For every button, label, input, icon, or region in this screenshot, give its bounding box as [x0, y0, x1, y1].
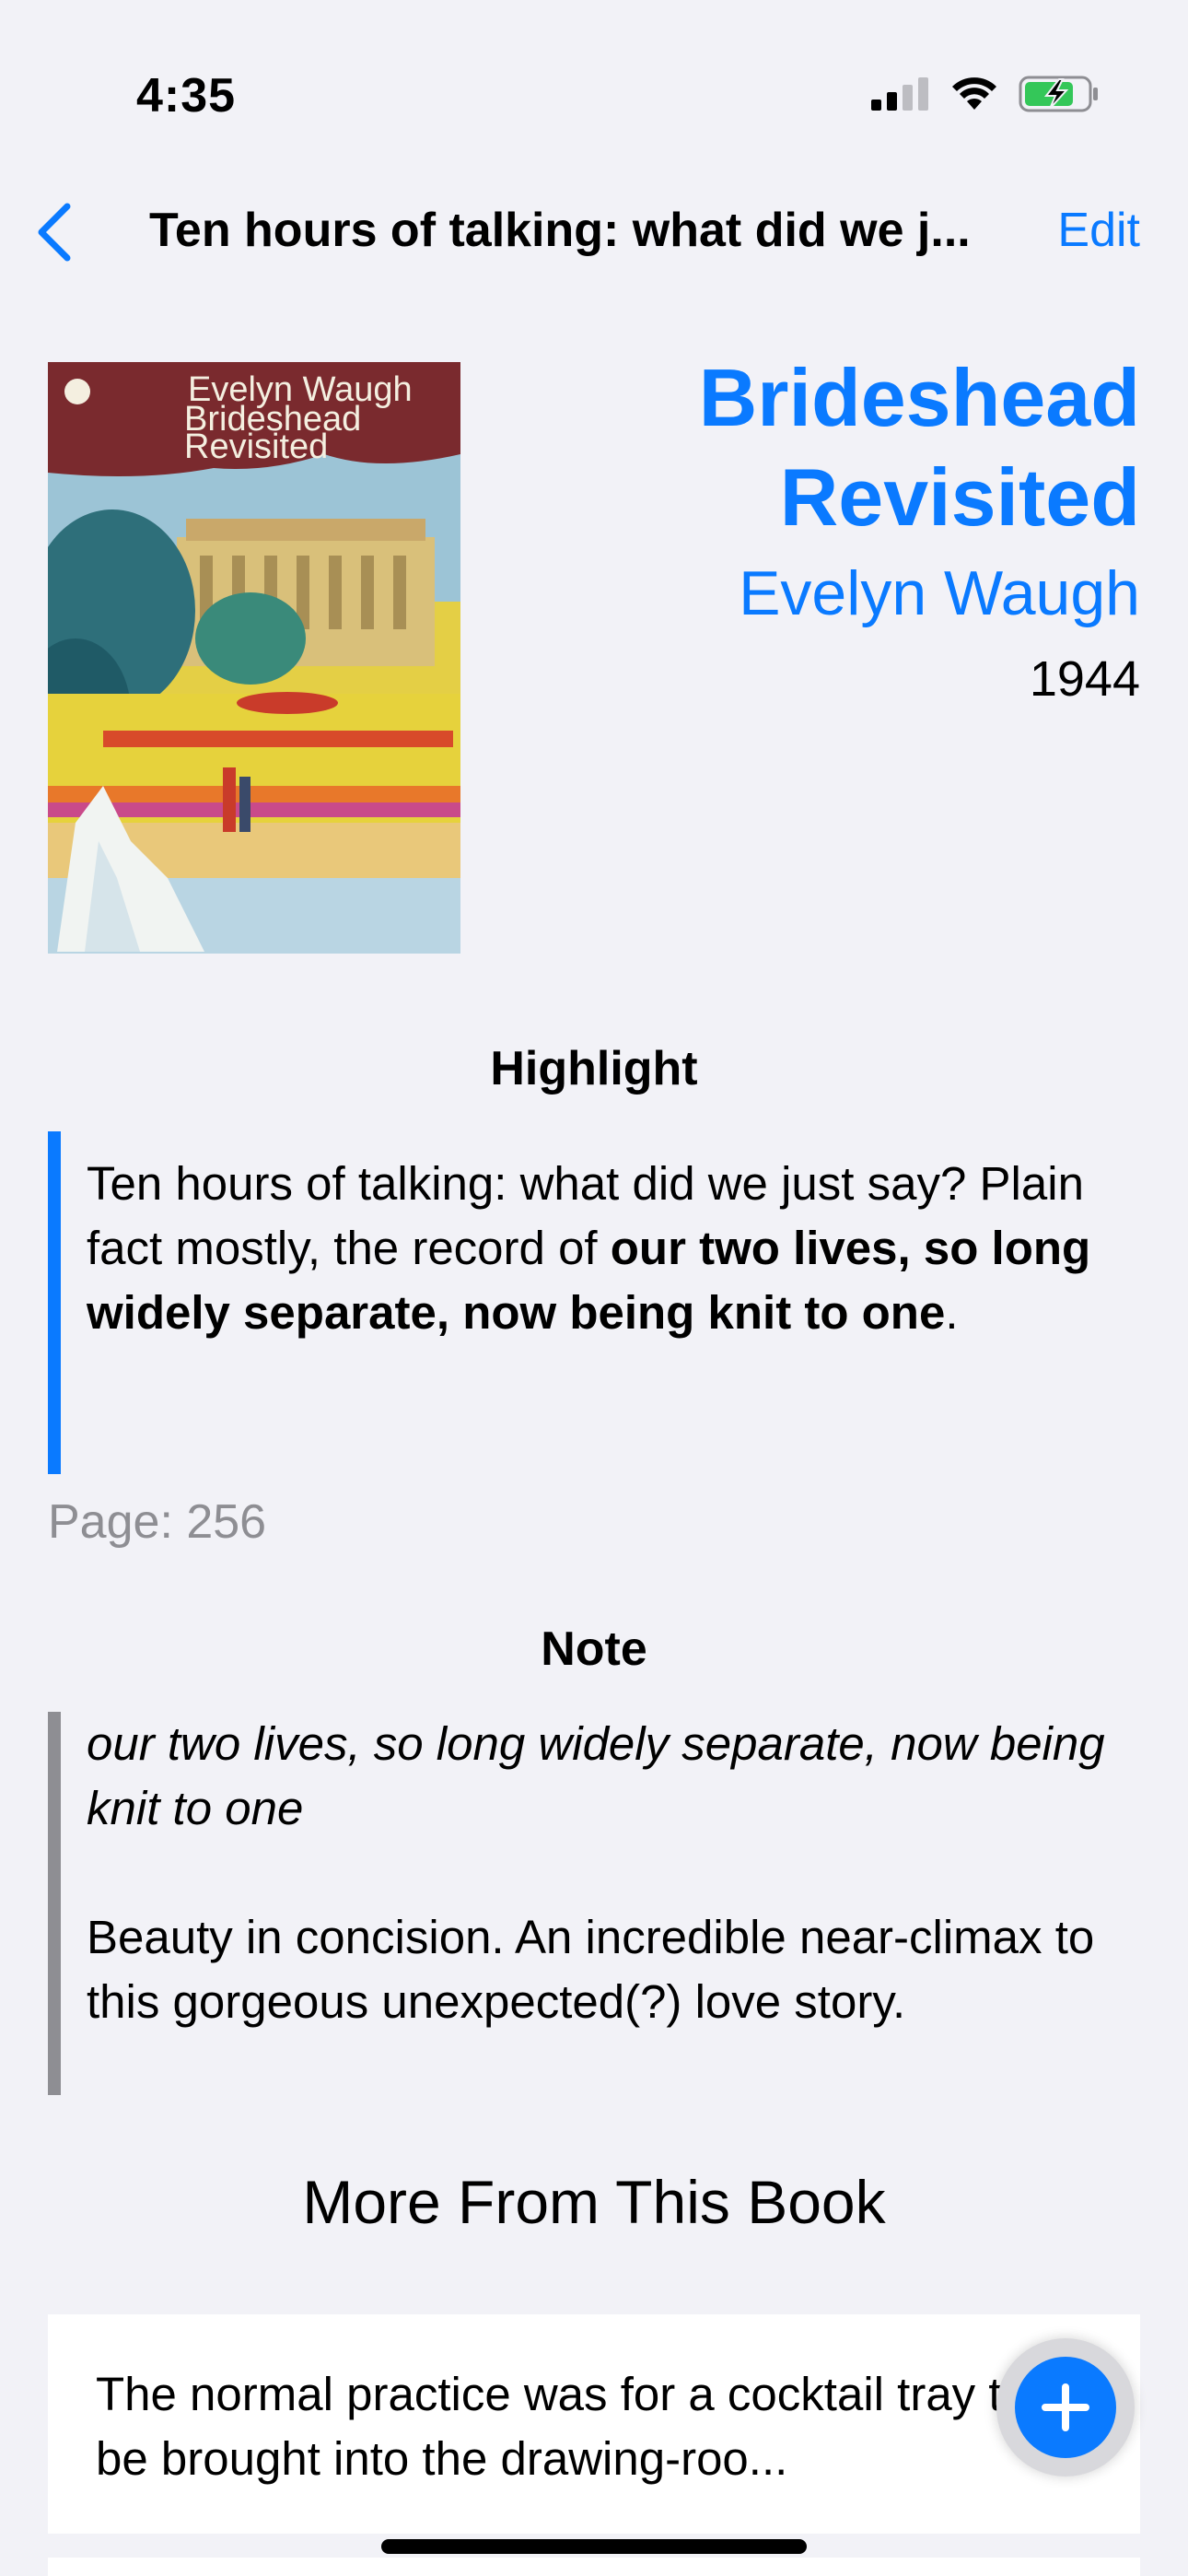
book-cover-art: Evelyn Waugh Brideshead Revisited: [48, 362, 460, 954]
book-author[interactable]: Evelyn Waugh: [495, 555, 1140, 632]
note-heading: Note: [541, 1622, 647, 1676]
note-body-text: Beauty in concision. An incredible near-…: [87, 1911, 1095, 2028]
screen: 4:35 Ten hours of talking: what did we j…: [0, 0, 1188, 2576]
highlight-text: Ten hours of talking: what did we just s…: [87, 1152, 1140, 1345]
status-icons: [871, 76, 1100, 112]
cover-title-line2: Revisited: [184, 427, 328, 466]
nav-title: Ten hours of talking: what did we j...: [149, 204, 971, 257]
add-button[interactable]: [1015, 2357, 1116, 2458]
back-button[interactable]: [22, 195, 87, 269]
status-time: 4:35: [136, 69, 237, 123]
battery-charging-icon: [1019, 76, 1098, 112]
note-quote[interactable]: our two lives, so long widely separate, …: [48, 1712, 1140, 2095]
note-bar: [48, 1712, 61, 2095]
signal-icon: [871, 77, 928, 111]
wifi-icon: [952, 77, 996, 110]
book-title[interactable]: Brideshead Revisited: [495, 348, 1140, 547]
more-card-next[interactable]: [48, 2558, 1140, 2576]
chevron-left-icon: [38, 203, 71, 262]
highlight-heading: Highlight: [490, 1042, 698, 1095]
more-heading: More From This Book: [302, 2168, 886, 2236]
highlight-text-end: .: [945, 1286, 959, 1339]
edit-button[interactable]: Edit: [1057, 203, 1140, 258]
book-year: 1944: [1029, 651, 1140, 707]
more-card-text: The normal practice was for a cocktail t…: [96, 2368, 1028, 2485]
highlight-bar: [48, 1131, 61, 1474]
more-card[interactable]: The normal practice was for a cocktail t…: [48, 2314, 1140, 2534]
highlight-quote[interactable]: Ten hours of talking: what did we just s…: [48, 1131, 1140, 1474]
plus-icon: [1042, 2383, 1089, 2431]
book-info: Brideshead Revisited Evelyn Waugh 1944: [495, 348, 1140, 708]
page-label: Page: 256: [48, 1495, 267, 1549]
note-italic-text: our two lives, so long widely separate, …: [87, 1717, 1105, 1834]
home-indicator: [381, 2539, 807, 2554]
book-cover: Evelyn Waugh Brideshead Revisited: [48, 362, 460, 954]
